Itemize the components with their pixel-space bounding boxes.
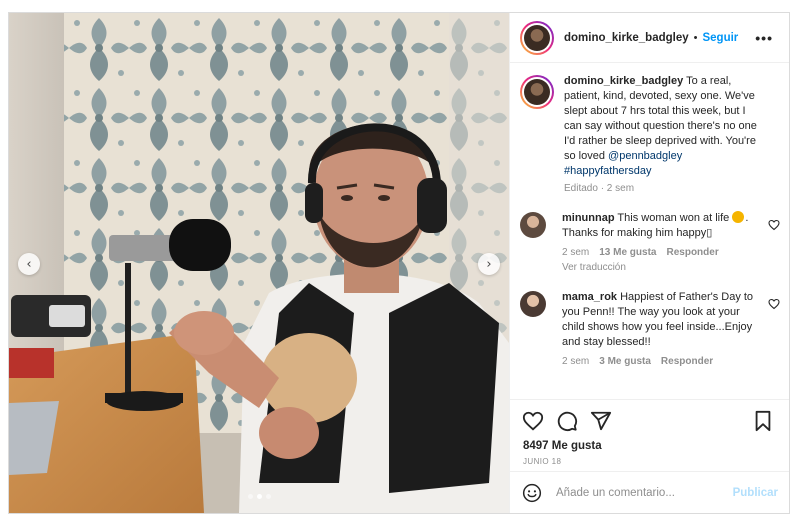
author-username[interactable]: domino_kirke_badgley	[564, 32, 689, 44]
post-header: domino_kirke_badgley • Seguir •••	[510, 13, 789, 63]
avatar[interactable]	[520, 291, 546, 317]
comment-body: This woman won at life	[617, 212, 730, 224]
heart-icon[interactable]	[522, 410, 544, 432]
comment-time[interactable]: 2 sem	[562, 356, 589, 367]
add-comment-bar: Publicar	[510, 471, 789, 513]
comment-like-heart-icon[interactable]	[768, 219, 780, 231]
share-icon[interactable]	[590, 410, 612, 432]
author-avatar[interactable]	[520, 20, 554, 55]
heart-eyes-emoji-icon	[732, 211, 745, 223]
chevron-right-icon: ›	[486, 256, 492, 272]
comments-list[interactable]: domino_kirke_badgley To a real, patient,…	[510, 64, 789, 399]
avatar	[524, 24, 550, 51]
caption-body: To a real, patient, kind, devoted, sexy …	[564, 75, 757, 162]
caption-meta: Editado · 2 sem	[564, 183, 635, 194]
likes-count[interactable]: 8497 Me gusta	[523, 440, 602, 452]
caption-text: domino_kirke_badgley To a real, patient,…	[564, 74, 764, 179]
comment-icon[interactable]	[556, 410, 578, 432]
comment-likes[interactable]: 3 Me gusta	[599, 356, 651, 367]
slide-dot	[265, 494, 271, 499]
post-date: JUNIO 18	[523, 457, 562, 466]
comment-item: minunnap This woman won at life . Thanks…	[520, 211, 780, 273]
chevron-left-icon: ‹	[26, 256, 32, 272]
add-comment-input[interactable]	[556, 486, 721, 499]
comment-likes[interactable]: 13 Me gusta	[599, 247, 656, 258]
comment-text: mama_rok Happiest of Father's Day to you…	[562, 290, 757, 350]
slide-indicator	[9, 494, 509, 499]
smiley-icon[interactable]	[522, 483, 542, 503]
slide-dot	[247, 494, 253, 499]
avatar[interactable]	[520, 212, 546, 238]
more-options-icon[interactable]: •••	[755, 30, 779, 46]
caption-mention-link[interactable]: @pennbadgley	[608, 150, 682, 162]
comment-item: mama_rok Happiest of Father's Day to you…	[520, 290, 780, 367]
comment-time[interactable]: 2 sem	[562, 247, 589, 258]
see-translation-link[interactable]: Ver traducción	[562, 262, 757, 273]
reply-button[interactable]: Responder	[666, 247, 718, 258]
avatar	[524, 79, 550, 105]
slide-dot-active	[256, 494, 262, 499]
comment-like-heart-icon[interactable]	[768, 298, 780, 310]
follow-button[interactable]: Seguir	[702, 32, 738, 44]
reply-button[interactable]: Responder	[661, 356, 713, 367]
caption-avatar[interactable]	[520, 75, 554, 109]
post-photo[interactable]: ‹ ›	[9, 13, 509, 513]
comment-meta: 2 sem 3 Me gusta Responder	[562, 356, 757, 367]
caption-username[interactable]: domino_kirke_badgley	[564, 75, 683, 87]
comment-text: minunnap This woman won at life . Thanks…	[562, 211, 757, 241]
comment-username[interactable]: minunnap	[562, 212, 615, 224]
instagram-post-modal: ‹ › domino_kirke_badgley • Seguir ••• do…	[8, 12, 790, 514]
comment-username[interactable]: mama_rok	[562, 291, 617, 303]
publish-button[interactable]: Publicar	[733, 487, 778, 499]
previous-slide-button[interactable]: ‹	[18, 253, 40, 275]
photo-illustration	[9, 13, 509, 513]
post-caption: domino_kirke_badgley To a real, patient,…	[520, 74, 780, 194]
separator-dot: •	[693, 31, 698, 44]
post-details-panel: domino_kirke_badgley • Seguir ••• domino…	[509, 13, 789, 513]
bookmark-icon[interactable]	[752, 410, 774, 432]
comment-meta: 2 sem 13 Me gusta Responder	[562, 247, 757, 258]
next-slide-button[interactable]: ›	[478, 253, 500, 275]
caption-hashtag-link[interactable]: #happyfathersday	[564, 165, 651, 177]
